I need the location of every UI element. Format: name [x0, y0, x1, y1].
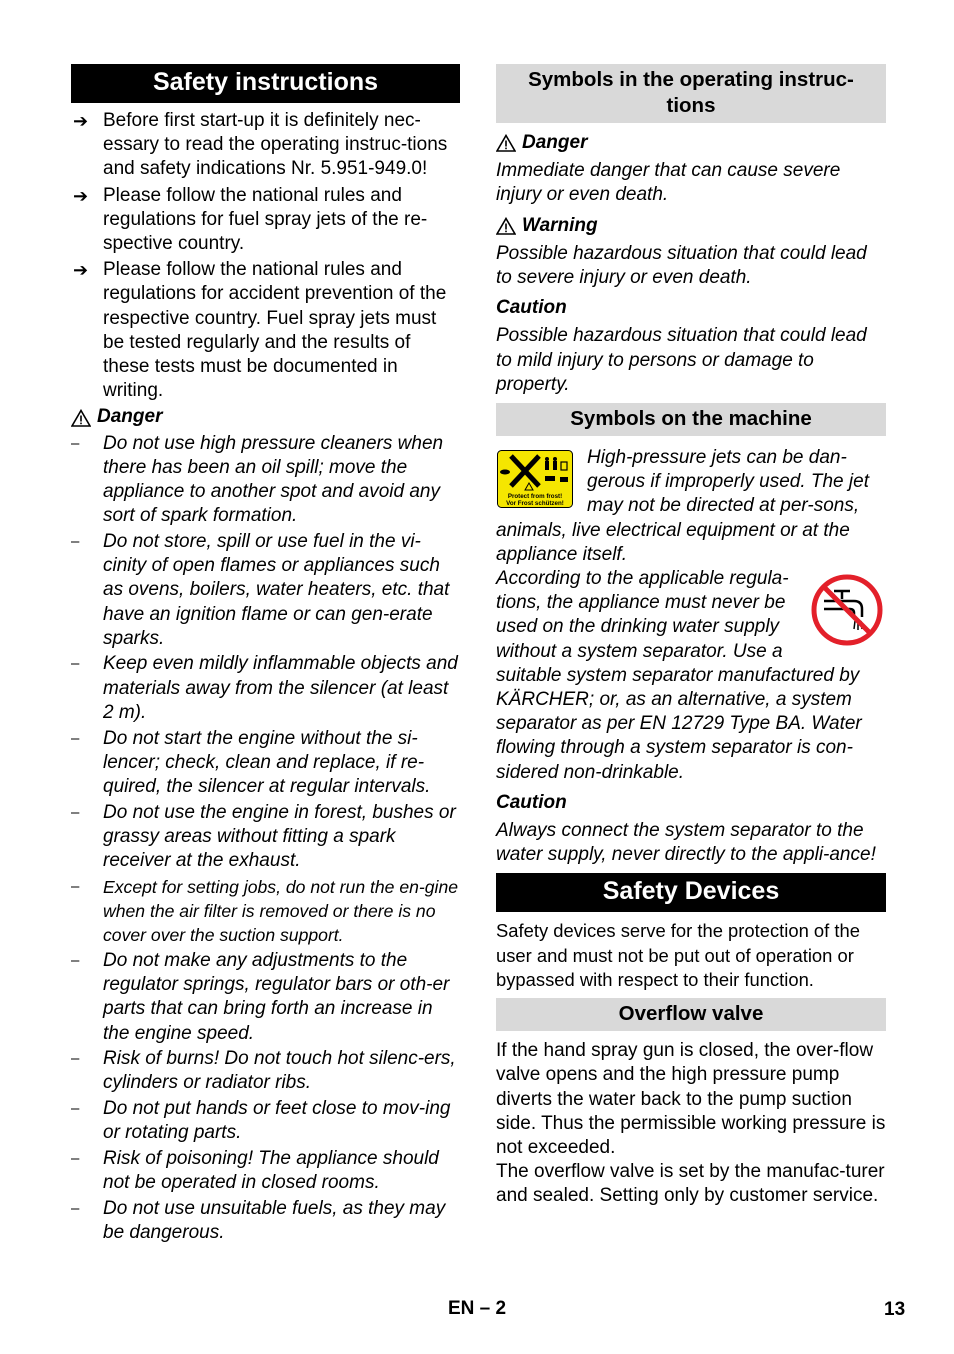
danger-heading: Danger [71, 405, 460, 429]
danger-item: – Do not start the engine without the si-… [71, 727, 431, 797]
section-heading-safety-devices: Safety Devices [496, 873, 886, 913]
arrow-right-icon: ➔ [73, 185, 89, 206]
left-column: Safety instructions ➔ Before first start-… [71, 64, 460, 1247]
danger-item: – Keep even mildly inflammable objects an… [71, 653, 458, 723]
warning-triangle-icon [496, 216, 516, 235]
caution-description: Possible hazardous situation that could … [496, 325, 867, 395]
safety-devices-description: Safety devices serve for the protection … [496, 920, 860, 990]
right-column: Symbols in the operating instruc-tions D… [496, 64, 886, 1209]
instruction-bullets: ➔ Before first start-up it is definitely … [71, 109, 460, 403]
danger-label: Danger [97, 406, 163, 428]
warning-triangle-icon [496, 134, 516, 152]
danger-list: – Do not use high pressure cleaners when … [71, 432, 460, 1246]
machine-symbol-block: Protect from frost! Vor Frost schützen! … [496, 446, 886, 567]
danger-heading: Danger [496, 131, 886, 155]
danger-item: – Do not make any adjustments to the regu… [71, 949, 450, 1044]
section-heading-symbols-machine: Symbols on the machine [496, 403, 886, 437]
arrow-right-icon: ➔ [73, 111, 89, 131]
high-pressure-warning-sticker-icon: Protect from frost! Vor Frost schützen! [497, 450, 573, 509]
section-heading-overflow-valve: Overflow valve [496, 998, 886, 1032]
bullet-item: ➔ Please follow the national rules and re… [73, 184, 428, 255]
overflow-valve-description: If the hand spray gun is closed, the ove… [496, 1040, 886, 1158]
danger-label: Danger [522, 132, 588, 153]
warning-heading: Warning [496, 214, 886, 238]
danger-item: – Except for setting jobs, do not run the… [71, 876, 459, 946]
danger-item: – Do not store, spill or use fuel in the … [71, 530, 450, 649]
sticker-text-en: Protect from frost! [508, 493, 562, 500]
danger-item: – Do not use the engine in forest, bushes… [71, 801, 456, 872]
caution-system-separator: Always connect the system separator to t… [496, 820, 876, 866]
bullet-item: ➔ Please follow the national rules and re… [73, 259, 447, 402]
danger-item: – Do not use unsuitable fuels, as they ma… [71, 1197, 446, 1244]
drinking-water-block: According to the applicable regula-tions… [496, 567, 886, 785]
caution-label: Caution [496, 791, 567, 813]
danger-item: – Risk of burns! Do not touch hot silenc-… [71, 1048, 456, 1094]
danger-description: Immediate danger that can cause severe i… [496, 160, 841, 206]
footer-section-number: EN – 2 [448, 1298, 507, 1319]
danger-item: – Risk of poisoning! The appliance should… [71, 1148, 439, 1194]
caution-label: Caution [496, 297, 567, 319]
section-heading-symbols-instructions: Symbols in the operating instruc-tions [496, 64, 886, 123]
bullet-item: ➔ Before first start-up it is definitely … [73, 110, 448, 180]
warning-description: Possible hazardous situation that could … [496, 242, 867, 289]
no-drinking-water-connection-icon [811, 574, 883, 646]
arrow-right-icon: ➔ [73, 260, 89, 281]
overflow-valve-setting: The overflow valve is set by the manufac… [496, 1161, 885, 1207]
danger-item: – Do not put hands or feet close to mov-i… [71, 1098, 451, 1144]
footer-page-number: 13 [884, 1299, 906, 1320]
danger-item: – Do not use high pressure cleaners when … [71, 432, 444, 527]
warning-label: Warning [522, 214, 598, 236]
warning-triangle-icon [71, 408, 91, 427]
sticker-text-de: Vor Frost schützen! [506, 500, 564, 507]
section-heading-safety-instructions: Safety instructions [71, 64, 460, 103]
